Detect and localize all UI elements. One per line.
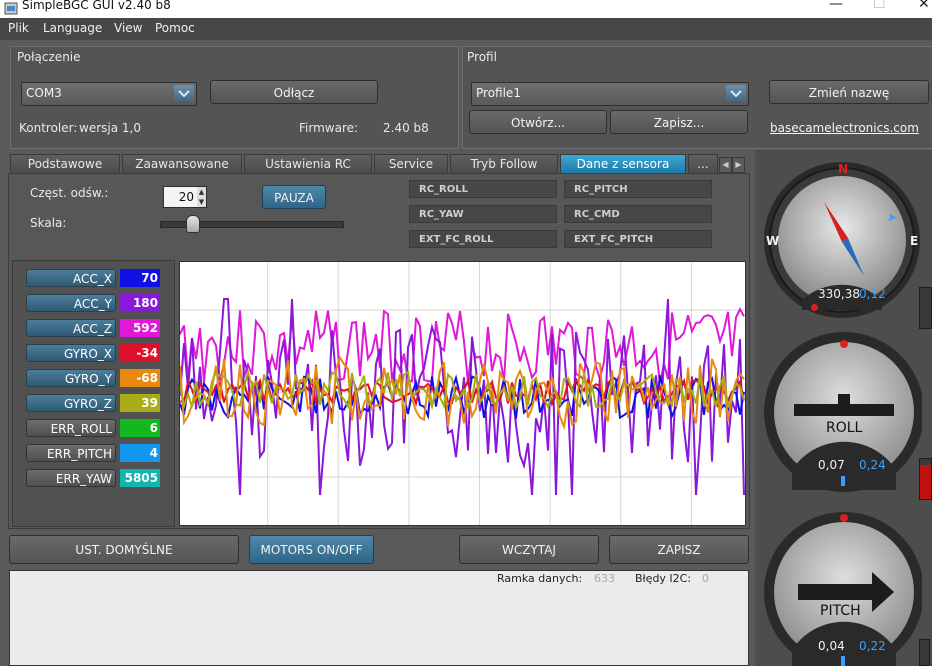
tab-podstawowe[interactable]: Podstawowe [10, 154, 120, 173]
tab-more[interactable]: ... [688, 154, 718, 173]
frame-value: 633 [594, 572, 615, 585]
defaults-button[interactable]: UST. DOMYŚLNE [9, 535, 239, 564]
open-profile-button[interactable]: Otwórz... [469, 110, 607, 134]
menu-plik[interactable]: Plik [8, 21, 29, 35]
sensor-toggle-acc-y[interactable]: ACC_Y [26, 294, 116, 312]
sensor-trace [179, 307, 745, 384]
pause-button[interactable]: PAUZA [262, 185, 326, 209]
sensor-value-acc-x: 70 [120, 269, 160, 287]
maximize-icon[interactable]: ☐ [873, 0, 886, 12]
sensor-toggle-err-yaw[interactable]: ERR_YAW [26, 469, 116, 487]
tab-scroll-left-icon[interactable]: ◀ [719, 157, 732, 173]
website-link[interactable]: basecamelectronics.com [770, 121, 919, 135]
rc-pitch-box: RC_PITCH [564, 180, 712, 198]
roll-side-bar-fill [920, 465, 931, 499]
roll-side-bar [919, 458, 932, 500]
pitch-value: 0,04 [818, 639, 845, 653]
port-select[interactable]: COM3 [21, 82, 197, 106]
sensor-value-gyro-y: -68 [120, 369, 160, 387]
rc-roll-box: RC_ROLL [409, 180, 557, 198]
tab-ustawienia-rc[interactable]: Ustawienia RC [244, 154, 372, 173]
roll-value: 0,07 [818, 458, 845, 472]
roll-gauge [764, 332, 922, 492]
tab-scroll-right-icon[interactable]: ▶ [732, 157, 745, 173]
close-icon[interactable]: ✕ [918, 0, 930, 12]
sensor-toggle-acc-z[interactable]: ACC_Z [26, 319, 116, 337]
ext-fc-pitch-box: EXT_FC_PITCH [564, 230, 712, 248]
controller-label: Kontroler: [19, 121, 78, 135]
tab-service[interactable]: Service [374, 154, 448, 173]
scale-slider-thumb[interactable] [185, 215, 200, 233]
sensor-graph [179, 261, 746, 526]
sensor-value-err-pitch: 4 [120, 444, 160, 462]
rename-button[interactable]: Zmień nazwę [769, 80, 929, 104]
firmware-value: 2.40 b8 [383, 121, 429, 135]
i2c-errors-value: 0 [702, 572, 709, 585]
compass-east-label: E [910, 234, 919, 248]
menu-pomoc[interactable]: Pomoc [155, 21, 195, 35]
spinner-down-icon[interactable]: ▼ [197, 197, 206, 207]
firmware-label: Firmware: [299, 121, 359, 135]
roll-label: ROLL [826, 420, 863, 436]
sensor-toggle-gyro-y[interactable]: GYRO_Y [26, 369, 116, 387]
motors-toggle-button[interactable]: MOTORS ON/OFF [249, 535, 374, 564]
tab-zaawansowane[interactable]: Zaawansowane [122, 154, 242, 173]
sensor-value-gyro-z: 39 [120, 394, 160, 412]
disconnect-button[interactable]: Odłącz [210, 80, 378, 104]
port-value: COM3 [26, 86, 62, 100]
sensor-toggle-err-roll[interactable]: ERR_ROLL [26, 419, 116, 437]
compass-marker-icon [811, 304, 818, 311]
connection-group-label: Połączenie [17, 50, 81, 64]
compass-secondary-value: 0,12 [859, 287, 886, 301]
frame-label: Ramka danych: [497, 572, 583, 585]
chevron-down-icon [726, 85, 746, 102]
spinner-up-icon[interactable]: ▲ [197, 187, 206, 197]
sensor-toggle-err-pitch[interactable]: ERR_PITCH [26, 444, 116, 462]
scale-label: Skala: [30, 216, 67, 230]
sensor-value-acc-z: 592 [120, 319, 160, 337]
save-profile-button[interactable]: Zapisz... [610, 110, 748, 134]
menu-language[interactable]: Language [43, 21, 102, 35]
menu-view[interactable]: View [114, 21, 142, 35]
sensor-toggle-gyro-z[interactable]: GYRO_Z [26, 394, 116, 412]
read-button[interactable]: WCZYTAJ [459, 535, 599, 564]
sensor-graph-plot [179, 262, 745, 525]
profile-group-label: Profil [467, 50, 497, 64]
sensor-toggle-acc-x[interactable]: ACC_X [26, 269, 116, 287]
rate-label: Częst. odśw.: [30, 186, 109, 200]
sensor-toggle-gyro-x[interactable]: GYRO_X [26, 344, 116, 362]
ext-fc-roll-box: EXT_FC_ROLL [409, 230, 557, 248]
chevron-down-icon [174, 85, 194, 102]
compass-side-bar [919, 287, 932, 329]
pitch-label: PITCH [820, 603, 861, 619]
compass-target-icon: ➤ [887, 210, 898, 224]
menu-bar: Plik Language View Pomoc [0, 18, 932, 40]
rc-yaw-box: RC_YAW [409, 205, 557, 223]
sensor-value-err-roll: 6 [120, 419, 160, 437]
app-icon [4, 2, 18, 15]
compass-north-label: N [838, 162, 849, 176]
tab-tryb-follow[interactable]: Tryb Follow [450, 154, 558, 173]
roll-secondary-value: 0,24 [859, 458, 886, 472]
profile-select[interactable]: Profile1 [471, 82, 749, 106]
sensor-value-acc-y: 180 [120, 294, 160, 312]
pitch-side-bar [919, 639, 930, 666]
write-button[interactable]: ZAPISZ [609, 535, 749, 564]
rate-value: 20 [178, 190, 194, 204]
i2c-errors-label: Błędy I2C: [635, 572, 692, 585]
rc-cmd-box: RC_CMD [564, 205, 712, 223]
profile-value: Profile1 [476, 86, 521, 100]
pitch-secondary-value: 0,22 [859, 639, 886, 653]
tab-dane-z-sensora[interactable]: Dane z sensora [560, 154, 686, 173]
controller-value: wersja 1,0 [79, 121, 141, 135]
rate-spinner[interactable]: 20 ▲ ▼ [163, 186, 207, 208]
window-title: SimpleBGC GUI v2.40 b8 [22, 0, 171, 12]
sensor-value-err-yaw: 5805 [120, 469, 160, 487]
compass-heading-value: 330,38 [818, 287, 860, 301]
compass-west-label: W [766, 234, 780, 248]
minimize-icon[interactable]: — [829, 0, 843, 12]
sensor-value-gyro-x: -34 [120, 344, 160, 362]
title-bar: SimpleBGC GUI v2.40 b8 — ☐ ✕ [0, 0, 932, 18]
